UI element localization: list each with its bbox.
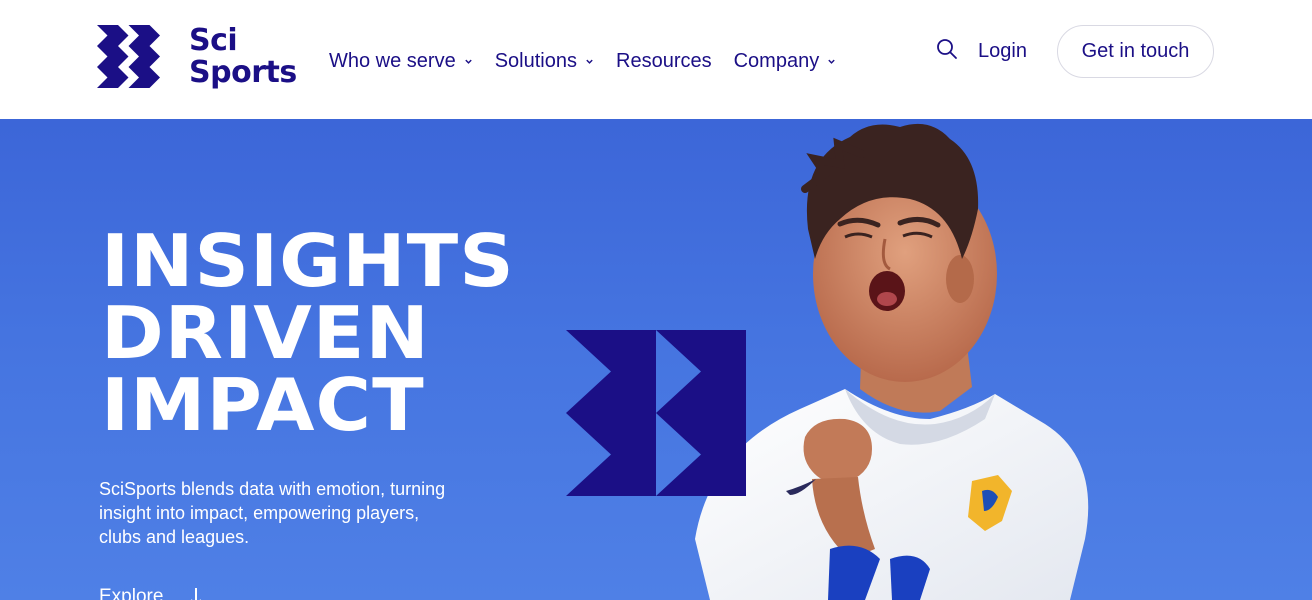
hero-title-line-2: DRIVEN: [101, 291, 430, 375]
explore-link[interactable]: Explore: [99, 586, 203, 600]
chevron-down-icon: [828, 59, 835, 64]
hero-section: INSIGHTS DRIVEN IMPACT SciSports blends …: [0, 119, 1312, 600]
wordmark-line-1: Sci: [189, 23, 238, 58]
search-icon[interactable]: [935, 37, 959, 61]
nav-item-label: Who we serve: [329, 49, 456, 72]
nav-item-label: Company: [733, 49, 820, 72]
hero-title-line-3: IMPACT: [101, 363, 425, 447]
hero-description: SciSports blends data with emotion, turn…: [99, 479, 446, 547]
nav-item-who-we-serve[interactable]: Who we serve: [329, 50, 473, 73]
nav-item-solutions[interactable]: Solutions: [495, 50, 594, 73]
chevron-down-icon: [465, 59, 472, 64]
login-link[interactable]: Login: [978, 40, 1027, 63]
hero-title: INSIGHTS DRIVEN IMPACT: [101, 225, 515, 441]
site-header: Sci Sports Who we serve Solutions Resour…: [0, 0, 1312, 119]
nav-item-label: Resources: [616, 49, 712, 72]
wordmark-line-2: Sports: [189, 55, 297, 90]
hero-title-line-1: INSIGHTS: [101, 219, 515, 303]
arrow-down-icon: [191, 588, 202, 600]
main-nav: Who we serve Solutions Resources Company: [329, 47, 858, 75]
chevron-down-icon: [586, 59, 593, 64]
get-in-touch-button[interactable]: Get in touch: [1057, 25, 1214, 78]
nav-item-company[interactable]: Company: [734, 50, 837, 73]
scisports-wordmark: Sci Sports: [189, 25, 297, 89]
nav-item-label: Solutions: [494, 49, 577, 72]
explore-label: Explore: [99, 586, 164, 600]
scisports-logo[interactable]: Sci Sports: [97, 25, 302, 93]
nav-item-resources[interactable]: Resources: [616, 50, 712, 73]
scisports-logo-mark: [97, 25, 160, 88]
hero-brand-mark: [566, 330, 746, 496]
